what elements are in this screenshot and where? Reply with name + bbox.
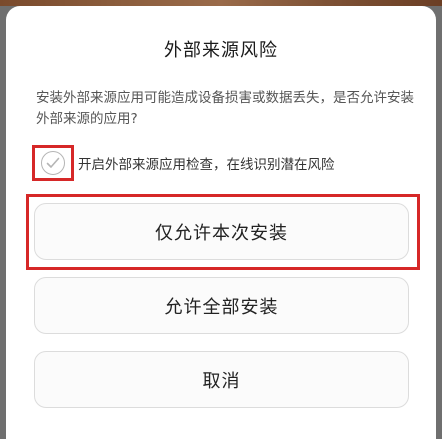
external-source-risk-dialog: 外部来源风险 安装外部来源应用可能造成设备损害或数据丢失，是否允许安装外部来源的… xyxy=(6,6,436,439)
dialog-title: 外部来源风险 xyxy=(164,40,278,61)
dialog-message: 安装外部来源应用可能造成设备损害或数据丢失，是否允许安装外部来源的应用? xyxy=(36,90,414,127)
cancel-button[interactable]: 取消 xyxy=(34,351,409,408)
checkbox-highlight-annotation xyxy=(32,145,74,181)
check-circle-icon[interactable] xyxy=(41,151,65,175)
allow-once-button[interactable]: 仅允许本次安装 xyxy=(34,203,409,260)
checkbox-label: 开启外部来源应用检查，在线识别潜在风险 xyxy=(78,157,335,173)
allow-all-button[interactable]: 允许全部安装 xyxy=(34,277,409,334)
source-check-option[interactable]: 开启外部来源应用检查，在线识别潜在风险 xyxy=(32,144,426,182)
